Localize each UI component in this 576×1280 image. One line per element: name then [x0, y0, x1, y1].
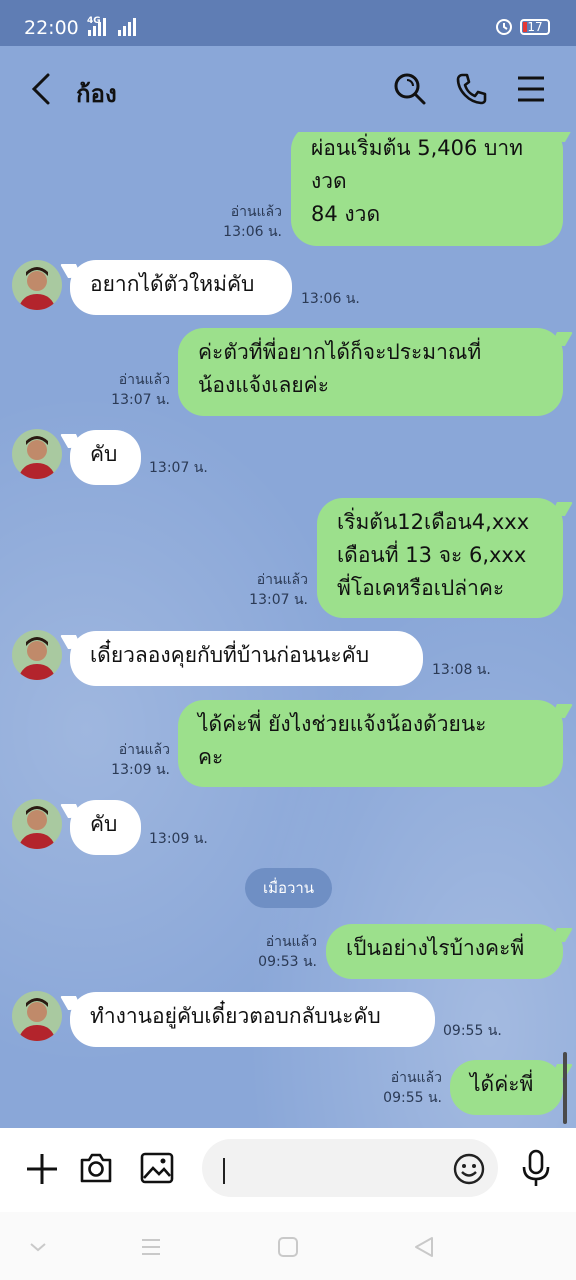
message-line: ผ่อนเริ่มต้น 5,406 บาท: [311, 136, 523, 160]
message-meta: อ่านแล้ว 13:09 น.: [78, 740, 170, 780]
message-line: 84 งวด: [311, 202, 381, 226]
outgoing-message[interactable]: เริ่มต้น12เดือน4,xxx เดือนที่ 13 จะ 6,xx…: [317, 498, 563, 618]
avatar[interactable]: [12, 630, 62, 680]
message-meta: อ่านแล้ว 13:07 น.: [216, 570, 308, 610]
message-line: ทำงานอยู่คับเดี๋ยวตอบกลับนะคับ: [90, 1004, 381, 1028]
message-line: น้องแจ้งเลยค่ะ: [198, 373, 329, 397]
message-line: ได้ค่ะพี่: [470, 1072, 534, 1096]
status-bar: 22:00 4G 17: [0, 0, 576, 46]
camera-icon[interactable]: [78, 1150, 114, 1186]
message-line: งวด: [311, 169, 347, 193]
recent-apps-icon[interactable]: [138, 1234, 164, 1260]
message-time: 13:09 น.: [149, 831, 208, 847]
message-meta: อ่านแล้ว 09:55 น.: [350, 1068, 442, 1108]
chat-area[interactable]: ผ่อนเริ่มต้น 5,406 บาท งวด 84 งวด อ่านแล…: [0, 132, 576, 1128]
avatar[interactable]: [12, 799, 62, 849]
message-line: เดือนที่ 13 จะ 6,xxx: [337, 543, 527, 567]
image-icon[interactable]: [139, 1150, 175, 1186]
message-line: คับ: [90, 442, 118, 466]
chat-header: ก้อง: [0, 46, 576, 132]
message-time: 09:55 น.: [383, 1090, 442, 1106]
message-time: 09:53 น.: [258, 954, 317, 970]
read-receipt: อ่านแล้ว: [230, 204, 282, 220]
incoming-message[interactable]: อยากได้ตัวใหม่คับ: [70, 260, 292, 315]
read-receipt: อ่านแล้ว: [390, 1070, 442, 1086]
message-time: 13:09 น.: [111, 762, 170, 778]
chat-scrollbar[interactable]: [563, 1052, 567, 1124]
back-nav-icon[interactable]: [411, 1234, 437, 1260]
emoji-icon[interactable]: [452, 1152, 486, 1186]
avatar[interactable]: [12, 260, 62, 310]
message-line: อยากได้ตัวใหม่คับ: [90, 272, 255, 296]
contact-name[interactable]: ก้อง: [76, 74, 117, 113]
incoming-message[interactable]: ทำงานอยู่คับเดี๋ยวตอบกลับนะคับ: [70, 992, 435, 1047]
home-icon[interactable]: [275, 1234, 301, 1260]
message-time: 13:06 น.: [301, 291, 360, 307]
read-receipt: อ่านแล้ว: [118, 742, 170, 758]
message-line: เริ่มต้น12เดือน4,xxx: [337, 510, 530, 534]
back-icon[interactable]: [28, 72, 56, 106]
mic-icon[interactable]: [518, 1148, 554, 1188]
read-receipt: อ่านแล้ว: [118, 372, 170, 388]
message-meta: อ่านแล้ว 13:06 น.: [190, 202, 282, 242]
outgoing-message[interactable]: ได้ค่ะพี่ ยังไงช่วยแจ้งน้องด้วยนะ คะ: [178, 700, 563, 787]
system-nav-bar: [0, 1212, 576, 1280]
plus-icon[interactable]: [24, 1151, 60, 1187]
message-line: ได้ค่ะพี่ ยังไงช่วยแจ้งน้องด้วยนะ: [198, 712, 487, 736]
chevron-down-icon[interactable]: [25, 1234, 51, 1260]
avatar[interactable]: [12, 991, 62, 1041]
message-time: 09:55 น.: [443, 1023, 502, 1039]
message-line: พี่โอเคหรือเปล่าคะ: [337, 576, 505, 600]
message-time: 13:07 น.: [149, 460, 208, 476]
message-line: ค่ะตัวที่พี่อยากได้ก็จะประมาณที่: [198, 340, 482, 364]
outgoing-message[interactable]: ได้ค่ะพี่: [450, 1060, 563, 1115]
message-time: 13:07 น.: [111, 392, 170, 408]
message-line: เดี๋ยวลองคุยกับที่บ้านก่อนนะคับ: [90, 643, 370, 667]
message-meta: อ่านแล้ว 13:07 น.: [78, 370, 170, 410]
message-line: เป็นอย่างไรบ้างคะพี่: [346, 936, 525, 960]
message-line: คับ: [90, 812, 118, 836]
read-receipt: อ่านแล้ว: [265, 934, 317, 950]
alarm-icon: [496, 19, 512, 35]
menu-icon[interactable]: [516, 75, 546, 103]
outgoing-message[interactable]: ค่ะตัวที่พี่อยากได้ก็จะประมาณที่ น้องแจ้…: [178, 328, 563, 416]
input-bar: [0, 1128, 576, 1212]
text-cursor: [223, 1158, 225, 1184]
status-time: 22:00: [24, 17, 79, 39]
battery-percent: 17: [527, 20, 543, 34]
search-icon[interactable]: [393, 72, 427, 106]
incoming-message[interactable]: เดี๋ยวลองคุยกับที่บ้านก่อนนะคับ: [70, 631, 423, 686]
read-receipt: อ่านแล้ว: [256, 572, 308, 588]
message-line: คะ: [198, 745, 224, 769]
message-meta: อ่านแล้ว 09:53 น.: [225, 932, 317, 972]
signal-icon: [88, 16, 106, 36]
phone-icon[interactable]: [455, 72, 487, 106]
outgoing-message[interactable]: เป็นอย่างไรบ้างคะพี่: [326, 924, 563, 979]
outgoing-message[interactable]: ผ่อนเริ่มต้น 5,406 บาท งวด 84 งวด: [291, 132, 563, 246]
incoming-message[interactable]: คับ: [70, 430, 141, 485]
message-time: 13:08 น.: [432, 662, 491, 678]
avatar[interactable]: [12, 429, 62, 479]
incoming-message[interactable]: คับ: [70, 800, 141, 855]
date-separator: เมื่อวาน: [245, 868, 332, 908]
message-time: 13:06 น.: [223, 224, 282, 240]
battery-icon: 17: [520, 19, 550, 35]
signal-icon-2: [118, 16, 136, 36]
message-time: 13:07 น.: [249, 592, 308, 608]
